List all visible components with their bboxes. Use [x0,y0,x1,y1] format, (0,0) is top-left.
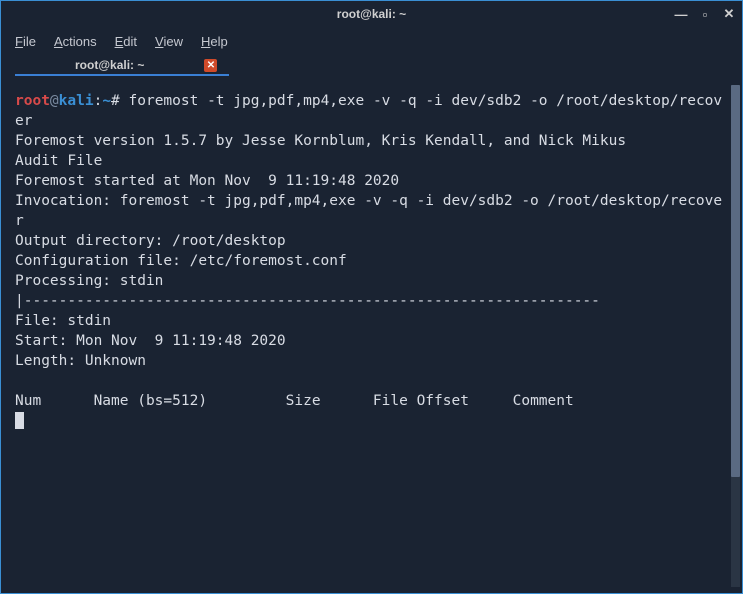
close-button[interactable]: ✕ [722,7,736,21]
output-line: Length: Unknown [15,351,723,371]
window-title: root@kali: ~ [337,7,406,21]
menu-help[interactable]: Help [201,34,228,49]
output-line: Output directory: /root/desktop [15,231,723,251]
output-line: File: stdin [15,311,723,331]
menu-actions[interactable]: Actions [54,34,97,49]
prompt-host: kali [59,93,94,109]
scrollbar-thumb[interactable] [731,85,740,477]
window-controls: — ▫ ✕ [674,7,736,21]
cursor [15,412,24,429]
menubar: File Actions Edit View Help [1,27,742,55]
output-line: Invocation: foremost -t jpg,pdf,mp4,exe … [15,191,723,231]
scrollbar[interactable] [731,85,740,587]
menu-file[interactable]: File [15,34,36,49]
prompt-path: ~ [102,93,111,109]
tab-label: root@kali: ~ [75,58,144,72]
tab-close-button[interactable]: ✕ [204,59,217,72]
output-line: Foremost started at Mon Nov 9 11:19:48 2… [15,171,723,191]
terminal-area: root@kali:~# foremost -t jpg,pdf,mp4,exe… [1,79,742,593]
output-line: Processing: stdin [15,271,723,291]
output-line: Foremost version 1.5.7 by Jesse Kornblum… [15,131,723,151]
output-line: |---------------------------------------… [15,291,723,311]
terminal-output[interactable]: root@kali:~# foremost -t jpg,pdf,mp4,exe… [11,85,729,587]
menu-edit[interactable]: Edit [115,34,137,49]
output-line [15,371,723,391]
prompt-hash: # [111,93,120,109]
output-line: Start: Mon Nov 9 11:19:48 2020 [15,331,723,351]
prompt-colon: : [94,93,103,109]
prompt-at: @ [50,93,59,109]
terminal-window: root@kali: ~ — ▫ ✕ File Actions Edit Vie… [0,0,743,594]
tabbar: root@kali: ~ ✕ [1,55,742,79]
titlebar: root@kali: ~ — ▫ ✕ [1,1,742,27]
command-text: foremost -t jpg,pdf,mp4,exe -v -q -i dev… [15,93,722,129]
menu-view[interactable]: View [155,34,183,49]
output-line [15,411,723,431]
prompt-user: root [15,93,50,109]
tab-active[interactable]: root@kali: ~ ✕ [15,58,229,76]
minimize-button[interactable]: — [674,7,688,21]
maximize-button[interactable]: ▫ [698,7,712,21]
output-line: Configuration file: /etc/foremost.conf [15,251,723,271]
output-line: Num Name (bs=512) Size File Offset Comme… [15,391,723,411]
output-line: Audit File [15,151,723,171]
